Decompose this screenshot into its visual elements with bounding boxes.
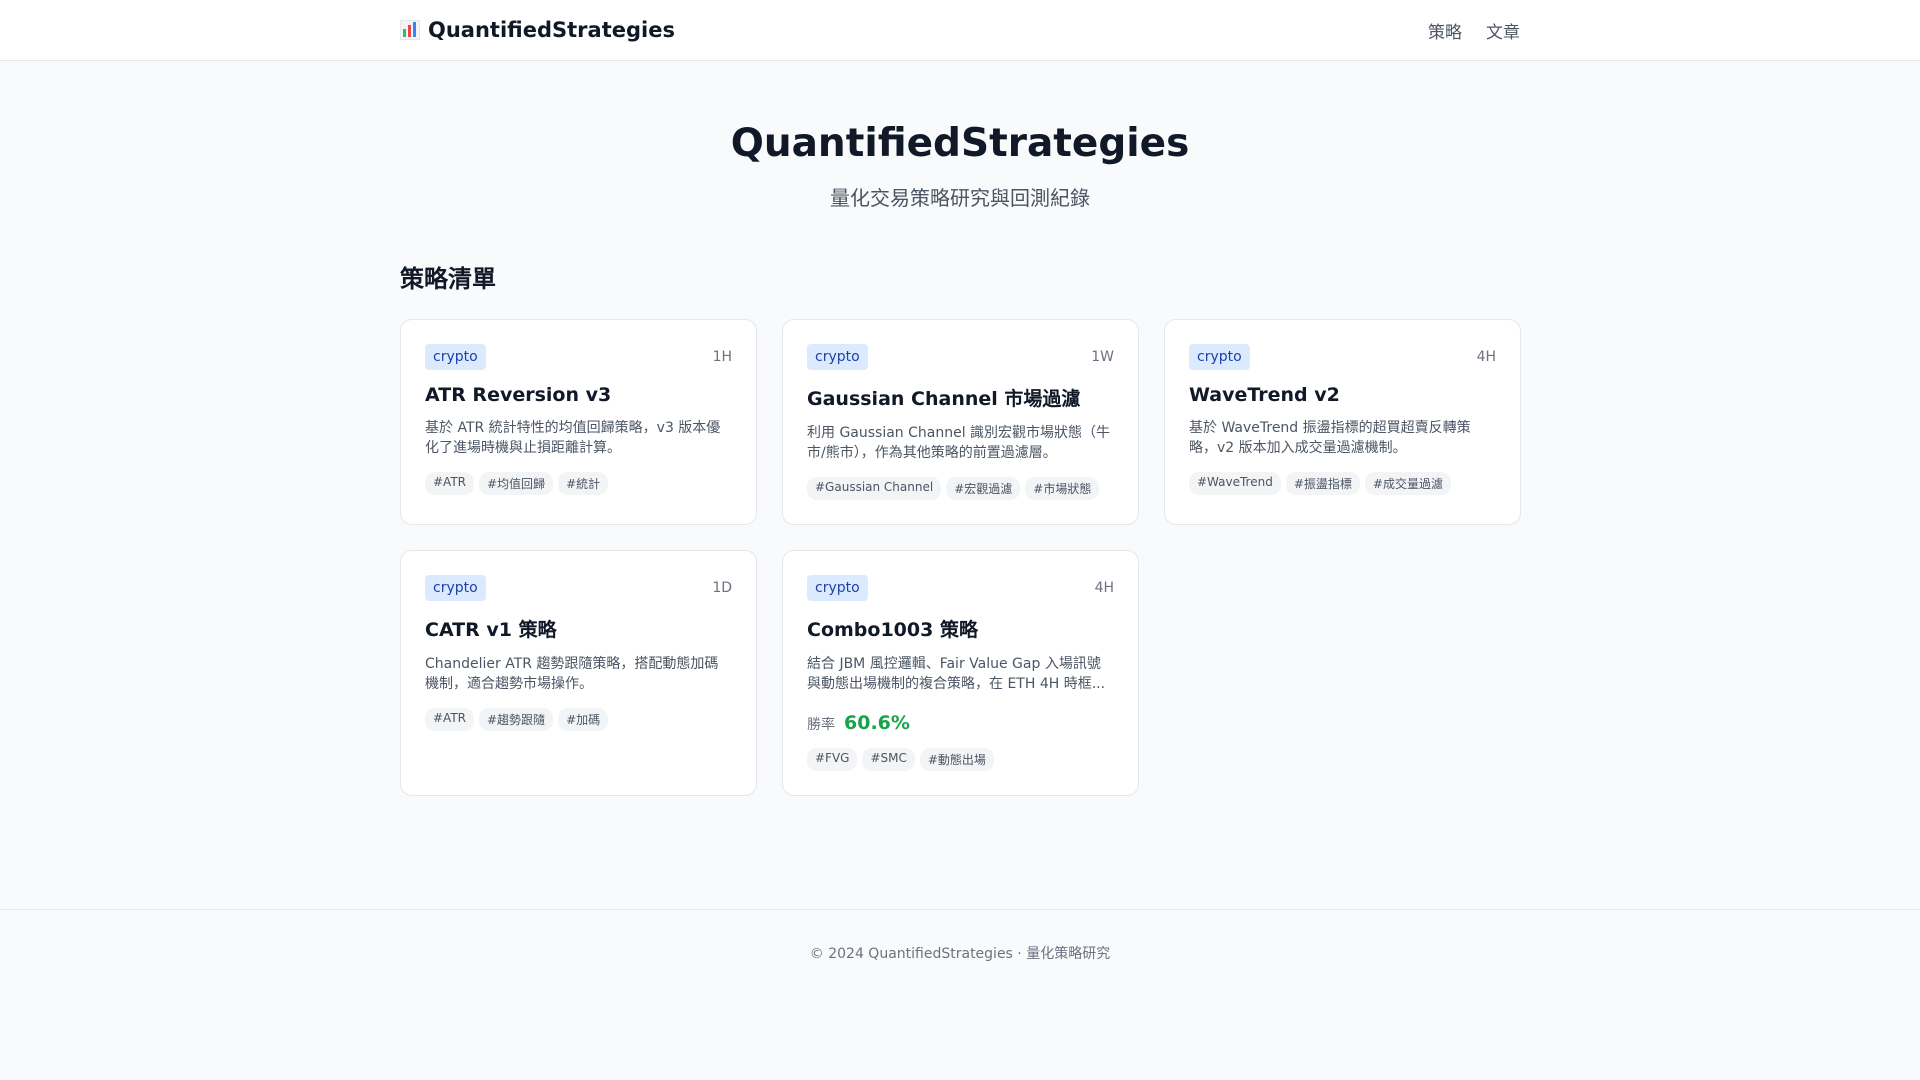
timeframe-label: 4H bbox=[1094, 579, 1114, 596]
tag[interactable]: #Gaussian Channel bbox=[807, 476, 942, 500]
tag[interactable]: #加碼 bbox=[558, 707, 609, 731]
win-rate-value: 60.6% bbox=[844, 711, 910, 734]
strategy-card[interactable]: crypto 4H WaveTrend v2 基於 WaveTrend 振盪指標的… bbox=[1164, 318, 1521, 525]
tag[interactable]: #動態出場 bbox=[919, 747, 994, 771]
timeframe-label: 4H bbox=[1476, 348, 1496, 365]
section-title: 策略清單 bbox=[400, 264, 496, 293]
win-rate: 勝率 60.6% bbox=[807, 712, 1114, 734]
main-nav: 策略 文章 bbox=[1428, 18, 1520, 43]
strategy-card[interactable]: crypto 1H ATR Reversion v3 基於 ATR 統計特性的均值… bbox=[400, 318, 757, 525]
brand-logo-link[interactable]: QuantifiedStrategies bbox=[400, 18, 675, 42]
tag-list: #ATR #均值回歸 #統計 bbox=[425, 471, 732, 495]
strategy-title[interactable]: Combo1003 策略 bbox=[807, 615, 1114, 642]
tag[interactable]: #WaveTrend bbox=[1189, 471, 1281, 495]
category-badge: crypto bbox=[425, 343, 486, 370]
strategy-card[interactable]: crypto 1D CATR v1 策略 Chandelier ATR 趨勢跟隨策… bbox=[400, 549, 757, 796]
timeframe-label: 1W bbox=[1091, 348, 1114, 365]
tag[interactable]: #FVG bbox=[807, 747, 858, 771]
footer-text: © 2024 QuantifiedStrategies · 量化策略研究 bbox=[809, 946, 1111, 962]
timeframe-label: 1D bbox=[712, 579, 732, 596]
bar-chart-icon bbox=[400, 20, 420, 40]
tag[interactable]: #振盪指標 bbox=[1285, 471, 1360, 495]
strategy-grid: crypto 1H ATR Reversion v3 基於 ATR 統計特性的均值… bbox=[400, 318, 1521, 796]
strategy-title[interactable]: ATR Reversion v3 bbox=[425, 384, 732, 406]
timeframe-label: 1H bbox=[712, 348, 732, 365]
category-badge: crypto bbox=[425, 574, 486, 601]
hero: QuantifiedStrategies 量化交易策略研究與回測紀錄 bbox=[400, 61, 1520, 211]
tag-list: #WaveTrend #振盪指標 #成交量過濾 bbox=[1189, 471, 1496, 495]
tag-list: #FVG #SMC #動態出場 bbox=[807, 747, 1114, 771]
strategy-title[interactable]: Gaussian Channel 市場過濾 bbox=[807, 384, 1114, 411]
tag[interactable]: #統計 bbox=[558, 471, 609, 495]
tag-list: #ATR #趨勢跟隨 #加碼 bbox=[425, 707, 732, 731]
category-badge: crypto bbox=[807, 343, 868, 370]
strategy-description: 基於 ATR 統計特性的均值回歸策略，v3 版本優化了進場時機與止損距離計算。 bbox=[425, 419, 721, 456]
tag[interactable]: #ATR bbox=[425, 707, 474, 731]
strategy-description: Chandelier ATR 趨勢跟隨策略，搭配動態加碼機制，適合趨勢市場操作。 bbox=[425, 655, 719, 692]
tag[interactable]: #SMC bbox=[862, 747, 915, 771]
tag[interactable]: #宏觀過濾 bbox=[946, 476, 1021, 500]
strategy-card[interactable]: crypto 4H Combo1003 策略 結合 JBM 風控邏輯、Fair V… bbox=[782, 549, 1139, 796]
category-badge: crypto bbox=[807, 574, 868, 601]
nav-link-strategies[interactable]: 策略 bbox=[1428, 18, 1462, 43]
tag[interactable]: #ATR bbox=[425, 471, 474, 495]
tag[interactable]: #趨勢跟隨 bbox=[479, 707, 554, 731]
strategy-description: 結合 JBM 風控邏輯、Fair Value Gap 入場訊號與動態出場機制的複… bbox=[807, 655, 1106, 692]
tag[interactable]: #成交量過濾 bbox=[1364, 471, 1451, 495]
footer: © 2024 QuantifiedStrategies · 量化策略研究 bbox=[0, 909, 1920, 963]
hero-title: QuantifiedStrategies bbox=[730, 121, 1190, 166]
strategy-title[interactable]: WaveTrend v2 bbox=[1189, 384, 1496, 406]
tag[interactable]: #均值回歸 bbox=[479, 471, 554, 495]
category-badge: crypto bbox=[1189, 343, 1250, 370]
top-nav-bar: QuantifiedStrategies 策略 文章 bbox=[0, 0, 1920, 61]
strategy-description: 基於 WaveTrend 振盪指標的超買超賣反轉策略，v2 版本加入成交量過濾機… bbox=[1189, 419, 1471, 456]
strategy-description: 利用 Gaussian Channel 識別宏觀市場狀態（牛市/熊市），作為其他… bbox=[807, 424, 1111, 461]
tag-list: #Gaussian Channel #宏觀過濾 #市場狀態 bbox=[807, 476, 1114, 500]
win-rate-label: 勝率 bbox=[807, 716, 835, 733]
hero-subtitle: 量化交易策略研究與回測紀錄 bbox=[830, 185, 1090, 210]
brand-name: QuantifiedStrategies bbox=[428, 18, 675, 42]
strategy-card[interactable]: crypto 1W Gaussian Channel 市場過濾 利用 Gaussi… bbox=[782, 318, 1139, 525]
strategy-title[interactable]: CATR v1 策略 bbox=[425, 615, 732, 642]
tag[interactable]: #市場狀態 bbox=[1025, 476, 1100, 500]
nav-link-articles[interactable]: 文章 bbox=[1486, 18, 1520, 43]
